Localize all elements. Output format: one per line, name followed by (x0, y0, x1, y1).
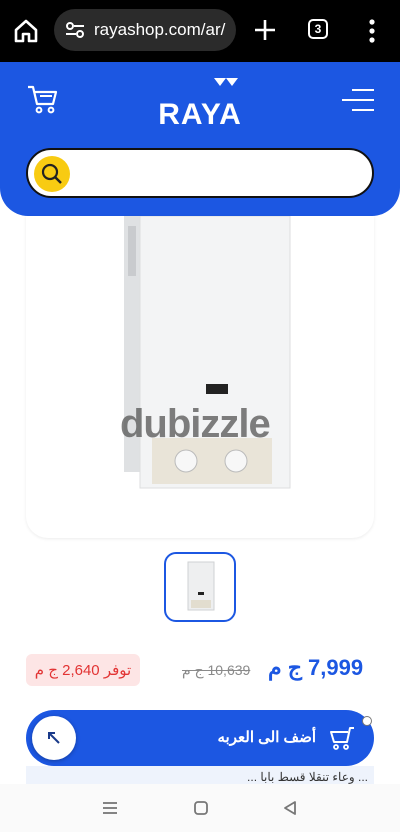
scroll-up-icon (48, 732, 60, 744)
home-nav-icon[interactable] (193, 800, 209, 816)
cart-icon[interactable] (26, 82, 60, 116)
back-icon[interactable] (282, 800, 298, 816)
description-strip: ... وعاء تنقلا قسط بابا ... (26, 766, 374, 784)
recents-icon[interactable] (101, 800, 119, 816)
scroll-up-button[interactable] (32, 716, 76, 760)
site-settings-icon[interactable] (64, 19, 86, 41)
new-tab-icon[interactable] (252, 17, 278, 43)
old-price: 10,639 ج م (182, 662, 251, 678)
search-bar[interactable] (26, 148, 374, 198)
search-input[interactable] (80, 158, 364, 190)
site-header: RAYA (0, 62, 400, 216)
raya-logo[interactable]: RAYA (152, 76, 248, 128)
water-heater-image (124, 216, 291, 489)
tab-count: 3 (314, 22, 322, 36)
svg-text:RAYA: RAYA (158, 98, 242, 128)
menu-icon[interactable] (340, 86, 376, 114)
add-to-cart-button[interactable]: أضف الى العربه (26, 710, 374, 766)
url-text: rayashop.com/ar/ (94, 20, 226, 39)
add-to-cart-label: أضف الى العربه (217, 729, 316, 746)
help-dot[interactable] (362, 716, 372, 726)
browser-toolbar: rayashop.com/ar/ 3 (0, 0, 400, 62)
savings-badge: توفر 2,640 ج م (26, 654, 140, 686)
system-nav-bar (0, 784, 400, 832)
add-cart-icon (330, 727, 354, 750)
search-icon (41, 163, 62, 184)
product-thumbnail[interactable] (164, 552, 236, 622)
thumbnail-image (187, 561, 215, 611)
current-price: 7,999 ج م (268, 655, 364, 680)
home-icon[interactable] (12, 17, 40, 45)
overflow-menu-icon[interactable] (365, 18, 379, 44)
watermark: dubizzle (120, 402, 271, 446)
product-image-card[interactable]: dubizzle (26, 216, 374, 538)
address-bar[interactable]: rayashop.com/ar/ (54, 9, 236, 51)
tabs-icon[interactable]: 3 (308, 19, 328, 39)
search-button[interactable] (34, 156, 70, 192)
description-snippet: ... وعاء تنقلا قسط بابا ... (247, 770, 368, 784)
